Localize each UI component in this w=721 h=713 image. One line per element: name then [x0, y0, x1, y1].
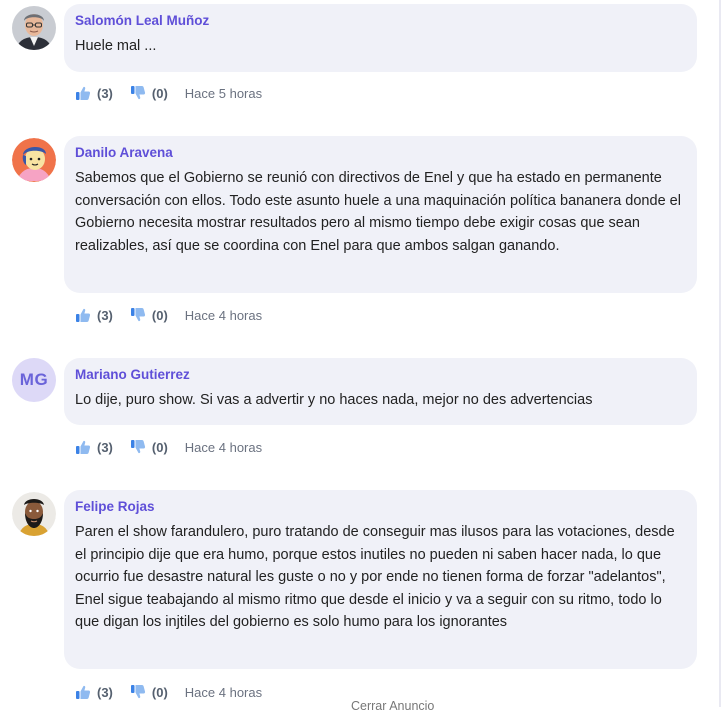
comment-actions: (3) (0) Hace 4 horas	[75, 683, 262, 701]
comment-actions: (3) (0) Hace 5 horas	[75, 84, 262, 102]
thumbs-down-icon	[130, 86, 145, 100]
like-button[interactable]: (3)	[75, 85, 113, 101]
comment-author[interactable]: Mariano Gutierrez	[75, 367, 686, 383]
thumbs-down-icon	[130, 308, 145, 322]
dislike-count: (0)	[151, 85, 168, 101]
comment-text: Huele mal ...	[75, 38, 157, 54]
like-count: (3)	[97, 85, 113, 101]
comment-bubble: Mariano Gutierrez Lo dije, puro show. Si…	[64, 358, 697, 425]
avatar[interactable]	[12, 492, 56, 536]
avatar[interactable]	[12, 138, 56, 182]
dislike-button[interactable]: (0)	[130, 85, 168, 101]
comment-timestamp: Hace 4 horas	[184, 307, 263, 323]
thumbs-down-icon	[130, 685, 145, 699]
thumbs-up-icon	[76, 86, 91, 100]
comment-timestamp: Hace 4 horas	[184, 684, 263, 700]
like-button[interactable]: (3)	[75, 439, 113, 455]
thumbs-up-icon	[76, 308, 91, 322]
thumbs-up-icon	[76, 440, 91, 454]
comment-text: Sabemos que el Gobierno se reunió con di…	[75, 170, 681, 254]
like-count: (3)	[97, 307, 113, 323]
comment-bubble: Felipe Rojas Paren el show farandulero, …	[64, 490, 697, 669]
like-button[interactable]: (3)	[75, 307, 113, 323]
dislike-count: (0)	[151, 684, 168, 700]
comment-text: Paren el show farandulero, puro tratando…	[75, 524, 675, 630]
comment-bubble: Salomón Leal Muñoz Huele mal ...	[64, 4, 697, 72]
dislike-button[interactable]: (0)	[130, 307, 168, 323]
avatar[interactable]	[12, 6, 56, 50]
comment-author[interactable]: Salomón Leal Muñoz	[75, 13, 686, 29]
user-photo-icon	[12, 6, 56, 50]
comment-text: Lo dije, puro show. Si vas a advertir y …	[75, 392, 593, 408]
comment-author[interactable]: Danilo Aravena	[75, 145, 686, 161]
dislike-count: (0)	[151, 307, 168, 323]
comment-bubble: Danilo Aravena Sabemos que el Gobierno s…	[64, 136, 697, 293]
comment-actions: (3) (0) Hace 4 horas	[75, 438, 262, 456]
dislike-button[interactable]: (0)	[130, 684, 168, 700]
comment-timestamp: Hace 4 horas	[184, 439, 263, 455]
comment-timestamp: Hace 5 horas	[184, 85, 263, 101]
dislike-button[interactable]: (0)	[130, 439, 168, 455]
like-button[interactable]: (3)	[75, 684, 113, 700]
avatar-initials: MG	[19, 370, 49, 389]
close-ad-link[interactable]: Cerrar Anuncio	[351, 699, 434, 713]
thumbs-up-icon	[76, 685, 91, 699]
like-count: (3)	[97, 439, 113, 455]
bearded-man-illustration-icon	[12, 492, 56, 536]
cartoon-avatar-icon	[12, 138, 56, 182]
avatar[interactable]: MG	[12, 358, 56, 402]
like-count: (3)	[97, 684, 113, 700]
comment-author[interactable]: Felipe Rojas	[75, 499, 686, 515]
dislike-count: (0)	[151, 439, 168, 455]
thumbs-down-icon	[130, 440, 145, 454]
comment-actions: (3) (0) Hace 4 horas	[75, 306, 262, 324]
